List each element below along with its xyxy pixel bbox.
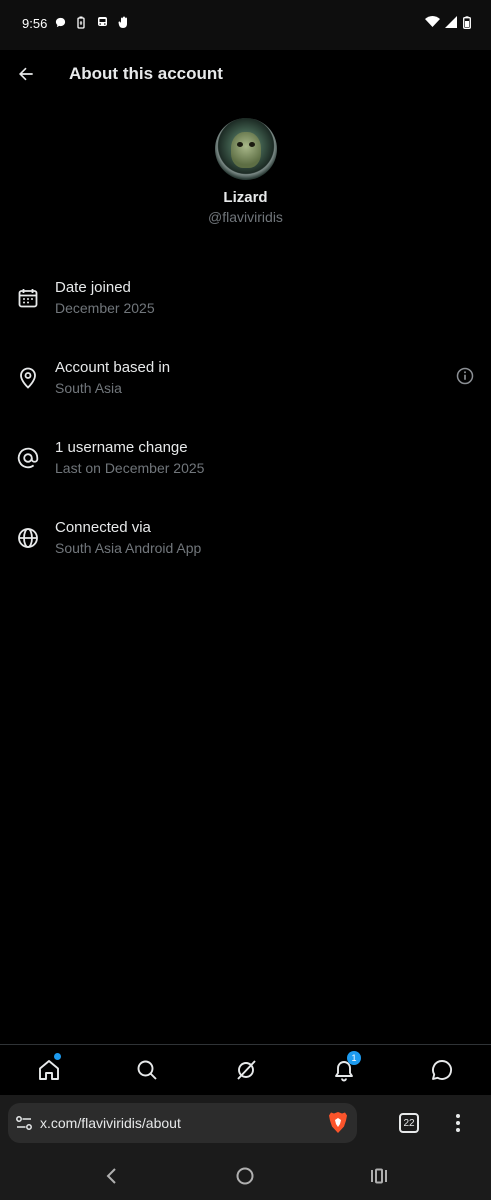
profile-summary: Lizard @flaviviridis (0, 118, 491, 225)
info-row-username-change: 1 username change Last on December 2025 (0, 430, 491, 510)
avatar-lizard-face (230, 132, 261, 168)
bus-icon (96, 15, 108, 29)
wifi-icon (424, 15, 440, 29)
back-icon (106, 1168, 116, 1184)
tab-grok[interactable] (233, 1057, 259, 1083)
url-text[interactable]: x.com/flaviviridis/about (40, 1115, 181, 1131)
info-label: Date joined (55, 279, 131, 296)
avatar[interactable] (214, 118, 277, 180)
user-handle: @flaviviridis (208, 209, 283, 225)
nav-home-button[interactable] (234, 1165, 256, 1187)
battery-saver-icon (75, 15, 87, 29)
info-value: South Asia (55, 380, 122, 396)
url-bar[interactable]: x.com/flaviviridis/about (8, 1103, 357, 1143)
tab-switcher-button[interactable]: 22 (399, 1113, 419, 1133)
avatar-eye (248, 142, 255, 147)
location-pin-icon (20, 367, 36, 389)
grok-icon (237, 1060, 256, 1080)
home-unread-dot (54, 1053, 61, 1060)
info-row-connected-via: Connected via South Asia Android App (0, 510, 491, 590)
notifications-badge: 1 (347, 1051, 361, 1065)
system-nav-bar (0, 1151, 491, 1200)
info-value: Last on December 2025 (55, 460, 205, 476)
arrow-left-icon (19, 67, 33, 81)
info-row-account-based-in: Account based in South Asia (0, 350, 491, 430)
status-left-icons (54, 15, 129, 29)
tab-search[interactable] (134, 1057, 160, 1083)
info-value: December 2025 (55, 300, 155, 316)
more-vert-icon[interactable] (450, 1111, 466, 1135)
tab-messages[interactable] (429, 1057, 455, 1083)
globe-icon (18, 528, 38, 548)
site-settings-icon[interactable] (15, 1114, 33, 1132)
info-label: Account based in (55, 359, 171, 376)
chat-bubble-icon (54, 15, 66, 29)
status-bar: 9:56 (0, 0, 491, 50)
info-label: 1 username change (55, 439, 188, 456)
info-label: Connected via (55, 519, 151, 536)
battery-icon (462, 15, 471, 29)
message-icon (432, 1060, 453, 1080)
info-value: South Asia Android App (55, 540, 202, 556)
calendar-icon (18, 289, 38, 308)
nav-recents-button[interactable] (368, 1165, 390, 1187)
home-circle-icon (236, 1167, 254, 1185)
tab-notifications[interactable]: 1 (331, 1051, 361, 1083)
signal-icon (445, 15, 457, 29)
tab-home[interactable] (36, 1053, 62, 1083)
at-sign-icon (17, 447, 39, 469)
status-right-icons (424, 15, 471, 29)
recents-icon (371, 1168, 387, 1184)
browser-toolbar: x.com/flaviviridis/about 22 (0, 1095, 491, 1151)
hand-icon (117, 15, 129, 29)
page-title: About this account (69, 64, 223, 83)
brave-shields-icon[interactable] (327, 1111, 349, 1135)
search-icon (137, 1060, 157, 1080)
status-time: 9:56 (22, 16, 48, 31)
avatar-eye (236, 142, 243, 147)
home-icon (39, 1060, 59, 1080)
nav-back-button[interactable] (101, 1165, 123, 1187)
account-info-list: Date joined December 2025 Account based … (0, 270, 491, 590)
header: About this account (0, 50, 491, 98)
info-icon[interactable] (455, 366, 475, 386)
back-button[interactable] (12, 60, 40, 88)
bottom-tab-bar: 1 (0, 1044, 491, 1095)
info-row-date-joined: Date joined December 2025 (0, 270, 491, 350)
display-name: Lizard (223, 189, 268, 206)
